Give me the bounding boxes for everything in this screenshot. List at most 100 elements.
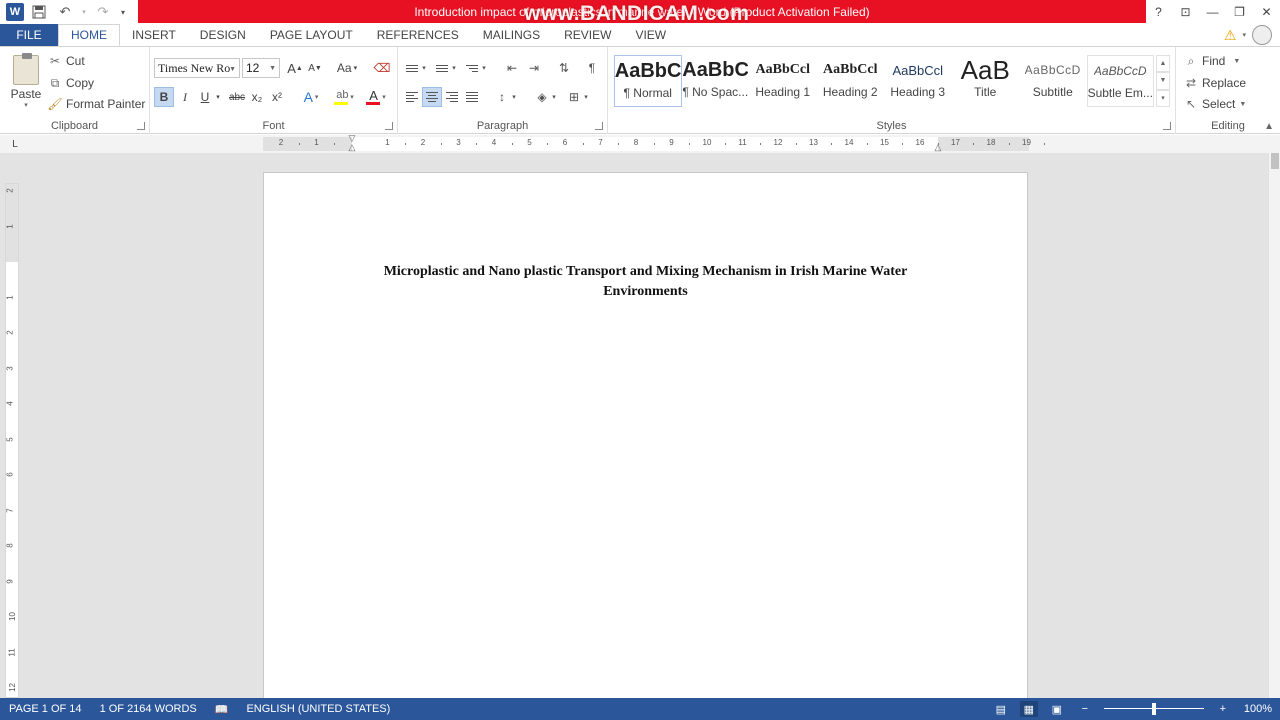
more-styles-icon[interactable]: ▾ (1156, 89, 1170, 107)
clear-formatting-button[interactable]: ⌫ (372, 58, 392, 78)
multilevel-list-icon[interactable] (462, 58, 482, 78)
vertical-ruler[interactable]: 2 1 1 2 3 4 5 6 7 8 9 10 11 12 (5, 183, 19, 698)
tab-file[interactable]: FILE (0, 24, 58, 46)
tab-references[interactable]: REFERENCES (365, 24, 471, 46)
line-spacing-icon[interactable]: ↕ (492, 87, 512, 107)
select-button[interactable]: ↖ Select ▼ (1184, 95, 1246, 113)
multilevel-dropdown-icon[interactable]: ▾ (480, 58, 488, 78)
undo-icon[interactable]: ↶ (54, 2, 76, 22)
superscript-button[interactable]: x² (268, 87, 286, 107)
chevron-up-icon[interactable]: ▲ (1156, 55, 1170, 73)
increase-indent-icon[interactable]: ⇥ (524, 58, 544, 78)
numbering-dropdown-icon[interactable]: ▾ (450, 58, 458, 78)
italic-button[interactable]: I (176, 87, 194, 107)
redo-icon[interactable]: ↷ (92, 2, 114, 22)
clipboard-launcher-icon[interactable] (137, 122, 145, 130)
show-formatting-marks-icon[interactable]: ¶ (582, 58, 602, 78)
read-mode-icon[interactable]: ▤ (992, 701, 1010, 717)
scrollbar-thumb[interactable] (1271, 153, 1279, 169)
underline-button[interactable]: U (196, 87, 214, 107)
save-icon[interactable] (28, 2, 50, 22)
styles-launcher-icon[interactable] (1163, 122, 1171, 130)
close-button[interactable]: ✕ (1253, 0, 1280, 23)
zoom-out-button[interactable]: − (1076, 701, 1094, 717)
document-page[interactable]: Microplastic and Nano plastic Transport … (263, 172, 1028, 712)
language-indicator[interactable]: ENGLISH (UNITED STATES) (237, 703, 399, 715)
zoom-slider-thumb[interactable] (1151, 703, 1156, 715)
line-spacing-dropdown-icon[interactable]: ▾ (510, 87, 518, 107)
paste-button[interactable]: Paste ▾ (8, 53, 44, 113)
align-left-icon[interactable] (402, 87, 422, 107)
style-heading-2[interactable]: AaBbCcl Heading 2 (817, 55, 885, 107)
bold-button[interactable]: B (154, 87, 174, 107)
style-subtle-emphasis[interactable]: AaBbCcD Subtle Em... (1086, 55, 1154, 107)
borders-dropdown-icon[interactable]: ▾ (582, 87, 590, 107)
customize-qat-icon[interactable]: ▾ (118, 2, 128, 22)
print-layout-icon[interactable]: ▦ (1019, 701, 1038, 717)
collapse-ribbon-icon[interactable]: ▲ (1264, 121, 1274, 132)
style-no-spacing[interactable]: AaBbC ¶ No Spac... (682, 55, 750, 107)
undo-dropdown-icon[interactable]: ▾ (80, 2, 88, 22)
shading-dropdown-icon[interactable]: ▾ (550, 87, 558, 107)
copy-button[interactable]: ⧉ Copy (48, 74, 94, 92)
tab-mailings[interactable]: MAILINGS (471, 24, 552, 46)
web-layout-icon[interactable]: ▣ (1048, 701, 1066, 717)
chevron-down-icon[interactable]: ▼ (1156, 72, 1170, 90)
zoom-slider[interactable] (1103, 702, 1204, 716)
tab-view[interactable]: VIEW (623, 24, 678, 46)
right-indent-icon[interactable]: △ (935, 142, 942, 153)
style-heading-1[interactable]: AaBbCcl Heading 1 (749, 55, 817, 107)
shading-icon[interactable]: ◈ (532, 87, 552, 107)
vertical-scrollbar[interactable] (1268, 153, 1280, 698)
zoom-in-button[interactable]: + (1214, 701, 1232, 717)
numbering-icon[interactable] (432, 58, 452, 78)
style-normal[interactable]: AaBbC ¶ Normal (614, 55, 682, 107)
align-right-icon[interactable] (442, 87, 462, 107)
style-title[interactable]: AaB Title (952, 55, 1020, 107)
account-dropdown-icon[interactable]: ▾ (1242, 31, 1246, 39)
shrink-font-button[interactable]: A ▼ (306, 58, 324, 78)
horizontal-ruler[interactable]: 2 1 1 2 3 4 5 6 7 8 9 10 11 12 13 14 15 16 17 18 19 ▽ △ △ (263, 133, 1046, 153)
ribbon-display-options-icon[interactable]: ⊡ (1172, 0, 1199, 23)
user-avatar-icon[interactable] (1252, 25, 1272, 45)
hanging-indent-icon[interactable]: △ (349, 142, 356, 153)
decrease-indent-icon[interactable]: ⇤ (502, 58, 522, 78)
underline-dropdown-icon[interactable]: ▾ (214, 87, 222, 107)
text-effects-button[interactable]: A ▾ (298, 87, 324, 107)
subscript-button[interactable]: x₂ (248, 87, 266, 107)
replace-button[interactable]: ⇄ Replace (1184, 74, 1246, 92)
tab-insert[interactable]: INSERT (120, 24, 188, 46)
bullets-dropdown-icon[interactable]: ▾ (420, 58, 428, 78)
font-size-combobox[interactable]: 12 ▼ (242, 58, 280, 78)
style-subtitle[interactable]: AaBbCcD Subtitle (1019, 55, 1087, 107)
font-launcher-icon[interactable] (385, 122, 393, 130)
page-count[interactable]: PAGE 1 OF 14 (0, 703, 91, 715)
borders-icon[interactable]: ⊞ (564, 87, 584, 107)
justify-icon[interactable] (462, 87, 482, 107)
highlight-button[interactable]: ab ▾ (330, 87, 358, 107)
align-center-icon[interactable] (422, 87, 442, 107)
format-painter-button[interactable]: 🖌 Format Painter (47, 95, 145, 113)
bullets-icon[interactable] (402, 58, 422, 78)
restore-button[interactable]: ❐ (1226, 0, 1253, 23)
word-count[interactable]: 1 OF 2164 WORDS (91, 703, 206, 715)
warning-icon[interactable]: ⚠ (1224, 27, 1237, 44)
grow-font-button[interactable]: A ▲ (286, 58, 304, 78)
tab-design[interactable]: DESIGN (188, 24, 258, 46)
sort-icon[interactable]: ⇅ (554, 58, 574, 78)
word-logo-icon[interactable]: W (6, 3, 24, 21)
paragraph-launcher-icon[interactable] (595, 122, 603, 130)
tab-page-layout[interactable]: PAGE LAYOUT (258, 24, 365, 46)
zoom-level[interactable]: 100% (1242, 703, 1274, 715)
font-color-button[interactable]: A ▾ (362, 87, 390, 107)
tab-review[interactable]: REVIEW (552, 24, 623, 46)
minimize-button[interactable]: — (1199, 0, 1226, 23)
tab-selector[interactable]: L (8, 137, 22, 151)
proofing-icon[interactable]: 📖 (206, 703, 238, 716)
help-icon[interactable]: ? (1145, 0, 1172, 23)
strikethrough-button[interactable]: abc (226, 87, 248, 107)
change-case-button[interactable]: Aa ▾ (334, 58, 360, 78)
cut-button[interactable]: ✂ Cut (48, 52, 85, 70)
style-heading-3[interactable]: AaBbCcl Heading 3 (884, 55, 952, 107)
font-name-combobox[interactable]: Times New Ro ▼ (154, 58, 240, 78)
